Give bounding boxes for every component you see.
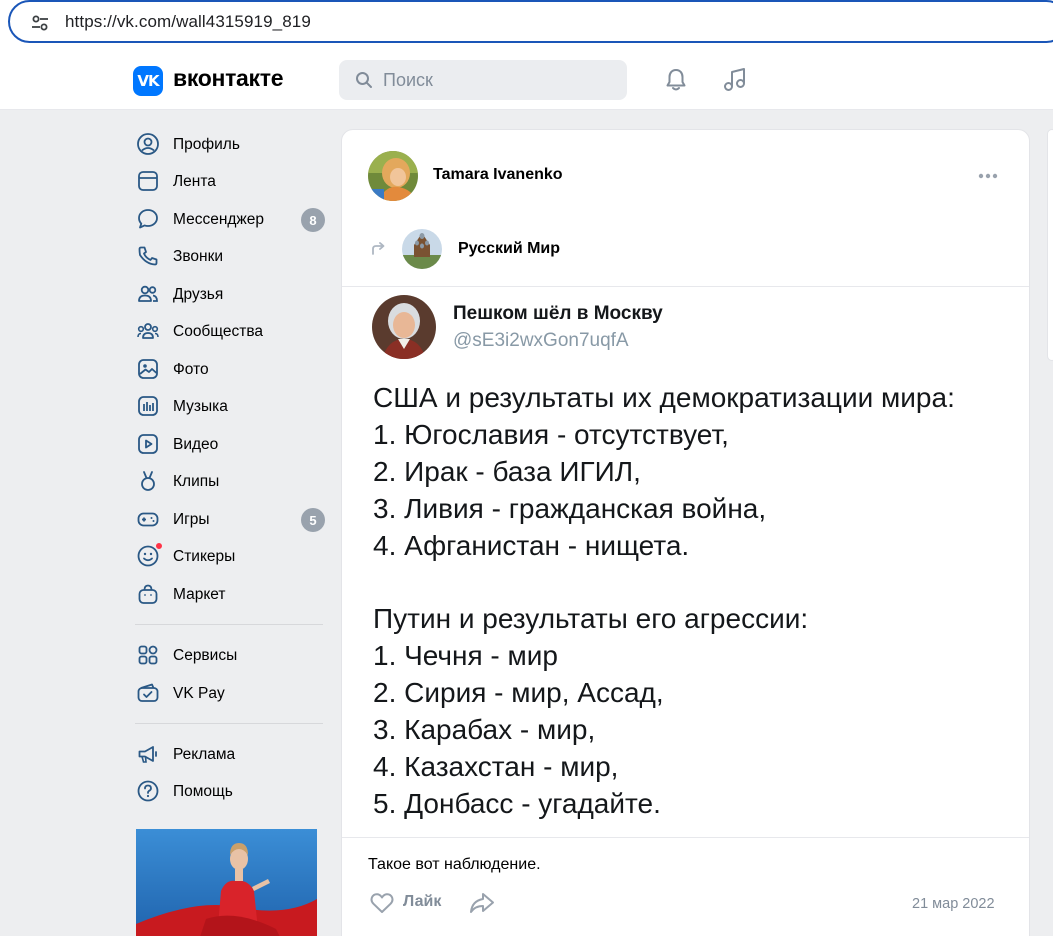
sidebar-item-calls[interactable]: Звонки bbox=[133, 238, 328, 272]
feed-icon bbox=[138, 171, 158, 191]
vkpay-icon bbox=[137, 683, 159, 702]
repost-source-group[interactable]: Русский Мир bbox=[458, 240, 560, 258]
sidebar-item-label: Реклама bbox=[173, 746, 236, 763]
sidebar-item-stickers[interactable]: Стикеры bbox=[133, 538, 328, 572]
vk-brand-name[interactable]: вконтакте bbox=[173, 65, 284, 92]
music-icon bbox=[138, 396, 158, 416]
friends-icon bbox=[138, 285, 158, 302]
tweet-text-line: 4. Афганистан - нищета. bbox=[373, 530, 690, 561]
right-panel-edge bbox=[1047, 129, 1053, 361]
sidebar-item-services[interactable]: Сервисы bbox=[133, 637, 328, 671]
sidebar-item-label: VK Pay bbox=[173, 685, 225, 702]
tweet-text-line: 1. Югославия - отсутствует, bbox=[373, 419, 729, 450]
sidebar-item-games[interactable]: Игры 5 bbox=[133, 501, 328, 535]
tweet-text-line: США и результаты их демократизации мира: bbox=[373, 382, 955, 413]
sidebar-item-vkpay[interactable]: VK Pay bbox=[133, 675, 328, 709]
tweet-text-line: 2. Сирия - мир, Ассад, bbox=[373, 677, 664, 708]
sidebar-item-label: Маркет bbox=[173, 586, 226, 603]
sidebar-item-label: Звонки bbox=[173, 248, 224, 265]
photo-icon bbox=[138, 359, 158, 379]
vk-top-header: VK вконтакте bbox=[0, 48, 1053, 110]
url-text[interactable]: https://vk.com/wall4315919_819 bbox=[65, 12, 311, 32]
notifications-bell-icon[interactable] bbox=[663, 67, 689, 93]
services-icon bbox=[138, 645, 158, 665]
sidebar-item-profile[interactable]: Профиль bbox=[133, 126, 328, 160]
market-icon bbox=[138, 584, 158, 604]
sidebar-item-communities[interactable]: Сообщества bbox=[133, 313, 328, 347]
games-count-badge: 5 bbox=[301, 508, 325, 532]
sidebar-item-help[interactable]: Помощь bbox=[133, 773, 328, 807]
sidebar-item-label: Друзья bbox=[173, 286, 224, 303]
author-avatar[interactable] bbox=[368, 151, 418, 201]
games-icon bbox=[137, 512, 159, 527]
new-stickers-dot bbox=[155, 542, 163, 550]
clips-icon bbox=[141, 471, 155, 491]
post-attached-image[interactable]: Пешком шёл в Москву @sE3i2wxGon7uqfA США… bbox=[342, 286, 1029, 838]
sidebar-divider bbox=[135, 624, 323, 625]
sidebar-item-photos[interactable]: Фото bbox=[133, 351, 328, 385]
sidebar-item-video[interactable]: Видео bbox=[133, 426, 328, 460]
sidebar-item-label: Профиль bbox=[173, 136, 240, 153]
wall-post: Tamara Ivanenko Русский Мир Пешком шёл в… bbox=[341, 129, 1030, 936]
communities-icon bbox=[137, 323, 159, 339]
sidebar-divider bbox=[135, 723, 323, 724]
sidebar-item-label: Музыка bbox=[173, 398, 228, 415]
sidebar-item-label: Мессенджер bbox=[173, 211, 265, 228]
search-box[interactable] bbox=[339, 60, 627, 100]
search-icon bbox=[356, 72, 372, 88]
tweet-text-line: 3. Ливия - гражданская война, bbox=[373, 493, 767, 524]
sidebar-item-label: Клипы bbox=[173, 473, 220, 490]
tweet-text-line: 1. Чечня - мир bbox=[373, 640, 558, 671]
video-icon bbox=[138, 434, 158, 454]
sidebar-item-messenger[interactable]: Мессенджер 8 bbox=[133, 201, 328, 235]
sidebar-item-music[interactable]: Музыка bbox=[133, 388, 328, 422]
sidebar-item-label: Фото bbox=[173, 361, 209, 378]
sidebar-item-label: Игры bbox=[173, 511, 210, 528]
heart-icon[interactable] bbox=[369, 891, 395, 915]
tweet-author-name: Пешком шёл в Москву bbox=[453, 303, 663, 324]
messenger-icon bbox=[138, 209, 158, 229]
ads-icon bbox=[138, 746, 157, 763]
sidebar-item-label: Сообщества bbox=[173, 323, 264, 340]
sidebar-item-market[interactable]: Маркет bbox=[133, 576, 328, 610]
help-icon bbox=[137, 780, 159, 802]
ad-banner-image[interactable] bbox=[136, 829, 317, 936]
repost-arrow-icon bbox=[372, 242, 385, 255]
sidebar-item-label: Помощь bbox=[173, 783, 233, 800]
profile-icon bbox=[137, 133, 159, 155]
share-arrow-icon[interactable] bbox=[468, 890, 496, 916]
tweet-text-line: Путин и результаты его агрессии: bbox=[373, 603, 809, 634]
sidebar-item-label: Лента bbox=[173, 173, 216, 190]
post-text: Такое вот наблюдение. bbox=[368, 856, 541, 873]
sidebar-item-feed[interactable]: Лента bbox=[133, 163, 328, 197]
post-author-name[interactable]: Tamara Ivanenko bbox=[433, 166, 563, 184]
sidebar-item-clips[interactable]: Клипы bbox=[133, 463, 328, 497]
like-button[interactable]: Лайк bbox=[403, 893, 441, 911]
tweet-text-line: 5. Донбасс - угадайте. bbox=[373, 788, 661, 819]
phone-icon bbox=[138, 246, 158, 266]
tweet-text-line: 3. Карабах - мир, bbox=[373, 714, 596, 745]
unread-count-badge: 8 bbox=[301, 208, 325, 232]
more-options-icon[interactable] bbox=[974, 166, 1002, 186]
music-player-icon[interactable] bbox=[721, 66, 749, 94]
tweet-text-line: 4. Казахстан - мир, bbox=[373, 751, 619, 782]
tweet-author-handle: @sE3i2wxGon7uqfA bbox=[453, 330, 629, 351]
post-date[interactable]: 21 мар 2022 bbox=[912, 896, 995, 912]
sidebar-item-ads[interactable]: Реклама bbox=[133, 736, 328, 770]
group-avatar[interactable] bbox=[402, 229, 442, 269]
sidebar-item-label: Стикеры bbox=[173, 548, 236, 565]
tweet-text-line: 2. Ирак - база ИГИЛ, bbox=[373, 456, 641, 487]
site-settings-icon[interactable] bbox=[30, 13, 50, 33]
sidebar-item-friends[interactable]: Друзья bbox=[133, 276, 328, 310]
browser-toolbar: https://vk.com/wall4315919_819 bbox=[0, 0, 1053, 48]
address-bar[interactable]: https://vk.com/wall4315919_819 bbox=[8, 0, 1053, 43]
tweet-author-avatar bbox=[372, 295, 436, 359]
vk-logo-icon[interactable]: VK bbox=[133, 66, 163, 96]
search-input[interactable] bbox=[383, 60, 613, 100]
sidebar-item-label: Сервисы bbox=[173, 647, 238, 664]
sidebar-item-label: Видео bbox=[173, 436, 219, 453]
